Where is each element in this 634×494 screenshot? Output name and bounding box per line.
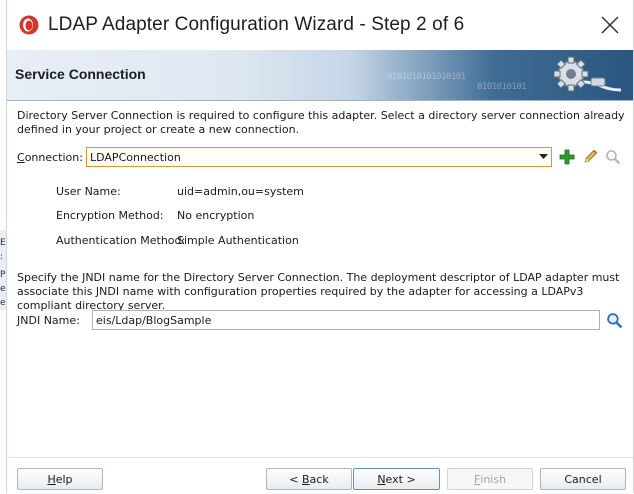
search-icon	[606, 312, 622, 328]
authentication-method-label: Authentication Method:	[56, 234, 186, 247]
background-text: e	[0, 298, 6, 308]
jndi-description: Specify the JNDI name for the Directory …	[17, 271, 620, 312]
window-title: LDAP Adapter Configuration Wizard - Step…	[48, 14, 465, 35]
banner-decoration-text: 0101010101010101	[387, 72, 466, 82]
encryption-method-value: No encryption	[177, 209, 255, 222]
dropdown-arrow-icon[interactable]	[535, 148, 551, 166]
connection-dropdown-value: LDAPConnection	[90, 150, 181, 164]
connection-label: Connection:	[17, 151, 83, 164]
next-button[interactable]: Next >	[353, 468, 440, 490]
page-title: Service Connection	[15, 66, 146, 82]
wizard-button-bar: Help < Back Next > Finish Cancel	[7, 457, 633, 494]
cancel-button[interactable]: Cancel	[540, 468, 626, 490]
authentication-method-value: Simple Authentication	[177, 234, 299, 247]
edit-connection-button[interactable]	[581, 147, 599, 167]
back-button[interactable]: < Back	[266, 468, 352, 490]
back-mnemonic: B	[302, 472, 310, 486]
wizard-dialog: LDAP Adapter Configuration Wizard - Step…	[6, 0, 634, 494]
back-label: ack	[309, 472, 329, 486]
close-icon	[601, 16, 619, 34]
jndi-name-label: JNDI Name:	[17, 314, 80, 327]
connection-label-mnemonic: C	[17, 151, 25, 164]
title-bar[interactable]: LDAP Adapter Configuration Wizard - Step…	[7, 0, 633, 50]
back-prefix: <	[289, 472, 302, 486]
wizard-header-banner: Service Connection 0101010101010101 0101…	[7, 50, 633, 101]
help-label: elp	[55, 472, 73, 486]
finish-label: inish	[480, 472, 507, 486]
finish-button[interactable]: Finish	[447, 468, 533, 490]
background-text: :	[0, 252, 4, 262]
connection-description: Directory Server Connection is required …	[17, 109, 625, 136]
encryption-method-label: Encryption Method:	[56, 209, 164, 222]
background-text: e	[0, 284, 6, 294]
jndi-name-input[interactable]	[92, 310, 600, 330]
jndi-label-text: NDI Name:	[20, 314, 80, 327]
help-mnemonic: H	[47, 472, 56, 486]
banner-decoration-text: 0101010101	[477, 82, 527, 92]
search-icon	[606, 150, 621, 165]
add-icon	[559, 149, 575, 165]
connection-label-text: onnection:	[24, 151, 83, 164]
background-text: P	[0, 270, 6, 280]
close-button[interactable]	[595, 10, 625, 40]
next-label: ext >	[385, 472, 416, 486]
pencil-icon	[584, 149, 598, 163]
browse-connection-button[interactable]	[604, 147, 622, 167]
jndi-browse-button[interactable]	[604, 310, 624, 330]
next-mnemonic: N	[377, 472, 386, 486]
add-connection-button[interactable]	[558, 147, 576, 167]
oracle-app-icon	[19, 15, 39, 35]
help-button[interactable]: Help	[17, 468, 103, 490]
gear-plug-icon	[553, 56, 622, 92]
user-name-label: User Name:	[56, 185, 121, 198]
user-name-value: uid=admin,ou=system	[177, 185, 304, 198]
connection-dropdown[interactable]: LDAPConnection	[86, 147, 552, 167]
